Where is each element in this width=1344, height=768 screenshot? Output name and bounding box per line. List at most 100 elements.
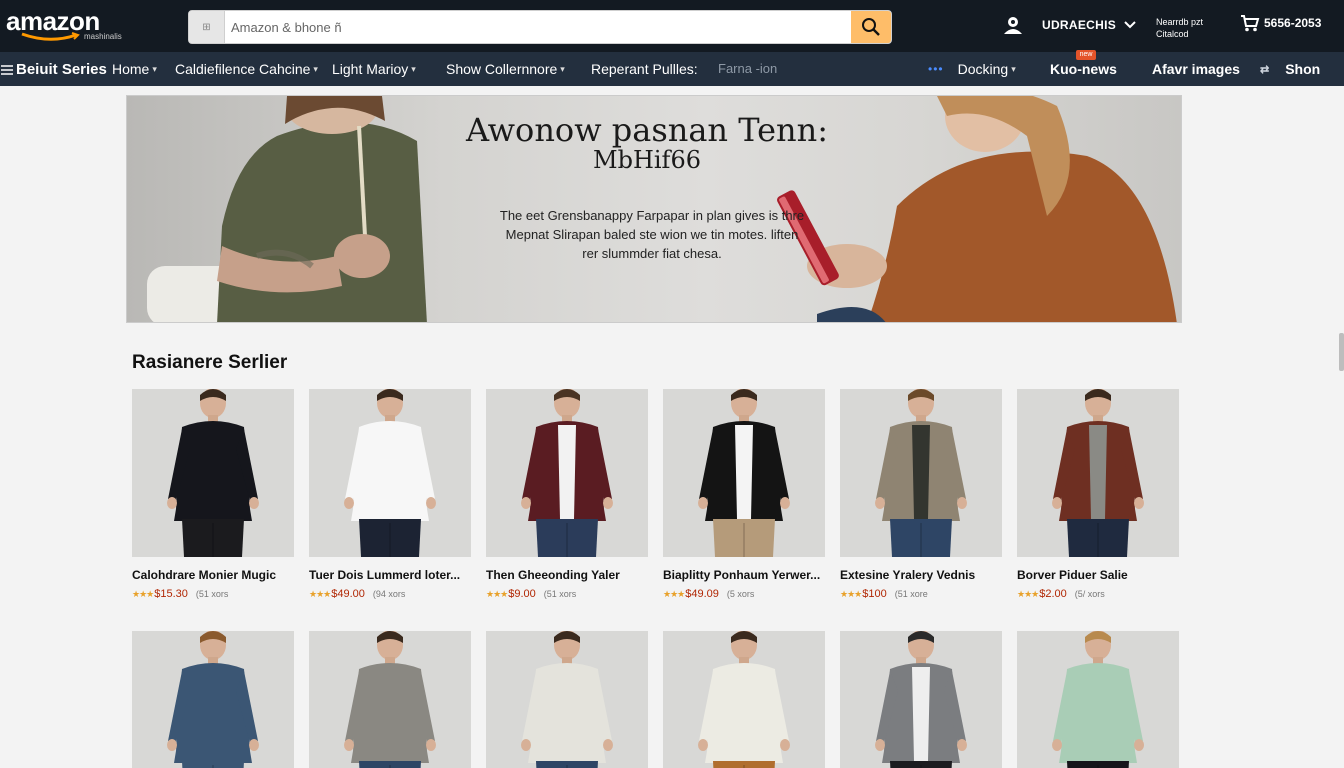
product-photo [309, 631, 471, 768]
nav-item-caldiefilence[interactable]: Caldiefilence Cahcine ▾ [175, 61, 318, 77]
rating-stars-icon: ★★★ [309, 588, 331, 599]
nav-item-show-collection[interactable]: Show Collernnore ▾ [446, 61, 565, 77]
caret-down-icon: ▾ [560, 63, 565, 74]
account-menu[interactable]: UDRAECHIS [1002, 14, 1136, 36]
nav-item-kuo-news[interactable]: Kuo-news [1050, 61, 1117, 77]
nav-item-shon[interactable]: ⇄ Shon [1260, 61, 1320, 77]
product-photo [132, 389, 294, 557]
nav-item-series[interactable]: Beiuit Series [0, 61, 107, 78]
nav-label: Beiuit Series [16, 61, 107, 78]
product-card[interactable]: Extesine Yralery Vednis ★★★ $100 (51 xor… [840, 389, 1002, 600]
amazon-logo[interactable]: amazon mashinalis [6, 6, 122, 46]
product-photo [1017, 631, 1179, 768]
product-image[interactable] [486, 389, 648, 557]
product-image[interactable] [309, 389, 471, 557]
product-price: $2.00 [1039, 588, 1067, 600]
product-image[interactable] [1017, 631, 1179, 768]
product-name[interactable]: Biaplitty Ponhaum Yerwer... [663, 568, 825, 582]
product-card[interactable] [486, 631, 648, 768]
review-count[interactable]: (51 xors [196, 589, 229, 599]
product-card[interactable] [132, 631, 294, 768]
product-photo [132, 631, 294, 768]
nav-label: Kuo-news [1050, 61, 1117, 77]
nav-label: Caldiefilence Cahcine [175, 61, 311, 77]
product-card[interactable]: Borver Piduer Salie ★★★ $2.00 (5/ xors [1017, 389, 1179, 600]
product-meta: ★★★ $15.30 (51 xors [132, 588, 294, 600]
review-count[interactable]: (51 xore [895, 589, 928, 599]
user-icon [1004, 17, 1022, 34]
product-photo [663, 389, 825, 557]
product-photo [309, 389, 471, 557]
nav-label: Shon [1285, 61, 1321, 77]
product-photo [486, 631, 648, 768]
product-photo [1017, 389, 1179, 557]
product-name[interactable]: Calohdrare Monier Mugic [132, 568, 294, 582]
rating-stars-icon: ★★★ [486, 588, 508, 599]
product-name[interactable]: Extesine Yralery Vednis [840, 568, 1002, 582]
product-card[interactable] [1017, 631, 1179, 768]
product-image[interactable] [1017, 389, 1179, 557]
product-image[interactable] [309, 631, 471, 768]
product-price: $49.09 [685, 588, 719, 600]
hero-subtitle: MbHif66 [593, 146, 701, 174]
product-photo [840, 631, 1002, 768]
nav-label: Farna -ion [718, 61, 778, 76]
rating-stars-icon: ★★★ [132, 588, 154, 599]
caret-down-icon: ▾ [152, 63, 157, 74]
nav-item-home[interactable]: Home ▾ [112, 61, 157, 77]
hero-banner[interactable]: Awonow pasnan Tenn: MbHif66 The eet Gren… [126, 95, 1182, 323]
nav-label: Home [112, 61, 150, 77]
product-image[interactable] [132, 389, 294, 557]
product-card[interactable]: Then Gheeonding Yaler ★★★ $9.00 (51 xors [486, 389, 648, 600]
review-count[interactable]: (94 xors [373, 589, 406, 599]
product-name[interactable]: Borver Piduer Salie [1017, 568, 1179, 582]
cart-link[interactable]: 5656-2053 [1240, 14, 1321, 32]
logo-text: amazon [6, 6, 100, 36]
product-price: $9.00 [508, 588, 536, 600]
new-badge: new [1076, 50, 1096, 60]
product-card[interactable] [840, 631, 1002, 768]
orders-line-1: Nearrdb pzt [1156, 17, 1204, 27]
product-image[interactable] [486, 631, 648, 768]
nav-item-afavr-images[interactable]: Afavr images [1152, 61, 1240, 77]
orders-line-2: Citalcod [1156, 29, 1189, 39]
nav-item-light[interactable]: Light Marioy ▾ [332, 61, 416, 77]
product-card[interactable]: Tuer Dois Lummerd loter... ★★★ $49.00 (9… [309, 389, 471, 600]
nav-item-docking[interactable]: ••• Docking ▾ [928, 61, 1016, 77]
product-card[interactable] [663, 631, 825, 768]
product-image[interactable] [132, 631, 294, 768]
search-button[interactable] [851, 11, 891, 43]
account-label: UDRAECHIS [1042, 18, 1117, 32]
nav-item-reperant[interactable]: Reperant Pullles: [591, 61, 698, 77]
product-card[interactable] [309, 631, 471, 768]
swap-icon: ⇄ [1260, 63, 1270, 76]
review-count[interactable]: (5 xors [727, 589, 755, 599]
product-card[interactable]: Calohdrare Monier Mugic ★★★ $15.30 (51 x… [132, 389, 294, 600]
product-meta: ★★★ $2.00 (5/ xors [1017, 588, 1179, 600]
product-image[interactable] [663, 631, 825, 768]
returns-orders-link[interactable]: Nearrdb pzt Citalcod [1156, 16, 1203, 40]
product-price: $15.30 [154, 588, 188, 600]
product-photo [486, 389, 648, 557]
product-name[interactable]: Tuer Dois Lummerd loter... [309, 568, 471, 582]
product-name[interactable]: Then Gheeonding Yaler [486, 568, 648, 582]
product-image[interactable] [663, 389, 825, 557]
review-count[interactable]: (5/ xors [1075, 589, 1105, 599]
nav-item-farna[interactable]: Farna -ion [718, 61, 777, 76]
product-card[interactable]: Biaplitty Ponhaum Yerwer... ★★★ $49.09 (… [663, 389, 825, 600]
scrollbar-thumb[interactable] [1339, 333, 1344, 371]
product-image[interactable] [840, 631, 1002, 768]
product-meta: ★★★ $9.00 (51 xors [486, 588, 648, 600]
product-meta: ★★★ $100 (51 xore [840, 588, 1002, 600]
product-price: $100 [862, 588, 887, 600]
search-input[interactable] [225, 11, 851, 43]
search-category-dropdown[interactable]: ⊞ [189, 11, 225, 43]
search-icon [862, 18, 880, 36]
review-count[interactable]: (51 xors [544, 589, 577, 599]
rating-stars-icon: ★★★ [840, 588, 862, 599]
product-image[interactable] [840, 389, 1002, 557]
caret-down-icon: ▾ [313, 63, 318, 74]
logo-smile-icon [21, 32, 80, 41]
cart-icon [1241, 15, 1260, 32]
rating-stars-icon: ★★★ [663, 588, 685, 599]
